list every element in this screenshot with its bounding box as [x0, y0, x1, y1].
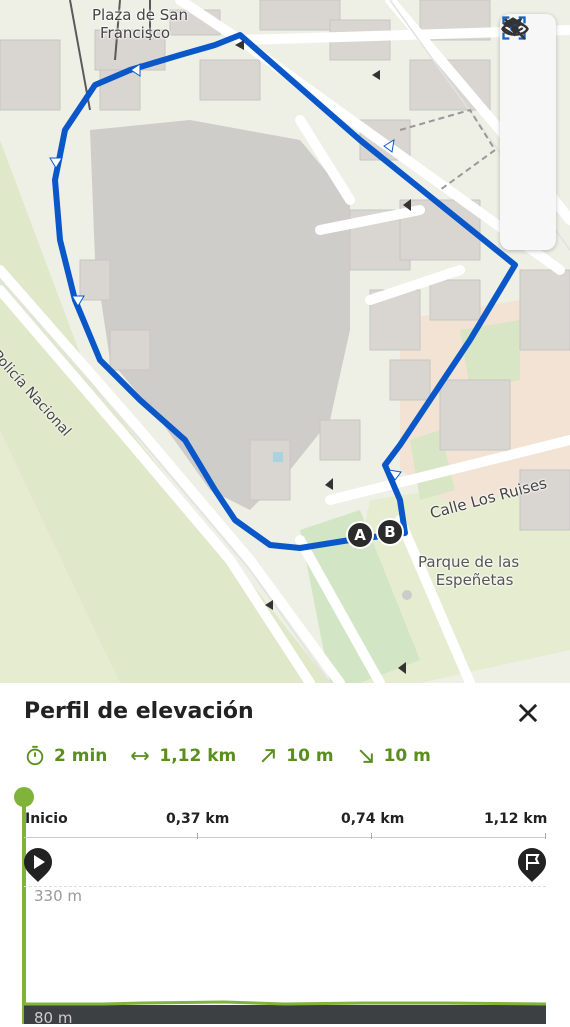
route-end-marker[interactable]: B: [376, 518, 404, 546]
elevation-tick-max: 330 m: [34, 887, 83, 905]
descent-value: 10 m: [383, 746, 431, 766]
focus-location-button[interactable]: [500, 16, 556, 191]
distance-arrows-icon: [131, 751, 150, 761]
elevation-tick-min: 80 m: [34, 1009, 73, 1027]
route-start-marker[interactable]: A: [346, 521, 374, 549]
ascent-value: 10 m: [286, 746, 334, 766]
duration-value: 2 min: [54, 746, 108, 766]
elevation-gridline: [24, 886, 546, 887]
layers-button[interactable]: [500, 17, 556, 132]
descent-arrow-icon: [359, 749, 373, 763]
visibility-off-icon: [501, 18, 529, 40]
distance-tick-end: 1,12 km: [484, 811, 548, 827]
distance-tick-start: Inicio: [25, 811, 68, 827]
distance-axis: [24, 837, 546, 838]
map-view[interactable]: Plaza de SanFrancisco a Policía Nacional…: [0, 0, 570, 683]
route-stats: 2 min 1,12 km 10 m 10 m: [24, 745, 431, 767]
profile-cursor-handle[interactable]: [14, 787, 34, 807]
distance-value: 1,12 km: [159, 746, 237, 766]
stat-descent: 10 m: [356, 745, 431, 767]
close-button[interactable]: [514, 699, 542, 727]
finish-flag-icon: [518, 848, 546, 882]
start-play-icon: [24, 848, 52, 882]
elevation-profile-line: [24, 1000, 546, 1006]
stat-ascent: 10 m: [258, 745, 334, 767]
label-plaza: Plaza de San Francisco: [92, 6, 188, 42]
stat-distance: 1,12 km: [129, 745, 236, 767]
stopwatch-icon: [26, 745, 44, 766]
stat-duration: 2 min: [24, 745, 107, 767]
tick-mark: [545, 833, 546, 839]
distance-tick-1: 0,37 km: [166, 811, 230, 827]
profile-cursor-line[interactable]: [22, 796, 26, 1024]
distance-tick-2: 0,74 km: [341, 811, 405, 827]
toggle-visibility-button[interactable]: [500, 18, 556, 250]
close-icon: [518, 703, 538, 723]
label-park: Parque de las Espeñetas: [418, 553, 520, 589]
elevation-profile-sheet: Perfil de elevación 2 min 1,12 km 10 m 1…: [0, 683, 570, 1027]
sheet-title: Perfil de elevación: [24, 699, 254, 724]
tick-mark: [197, 833, 198, 839]
tick-mark: [371, 833, 372, 839]
elevation-profile-fill: [24, 1005, 546, 1024]
map-controls: [500, 14, 556, 250]
ascent-arrow-icon: [261, 749, 276, 763]
